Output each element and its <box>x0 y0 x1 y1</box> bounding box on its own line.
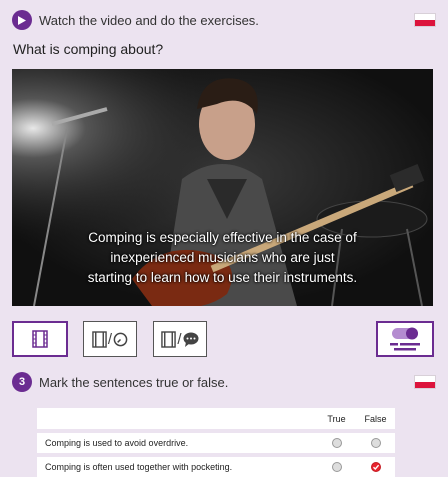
statement-text: Comping is often used together with pock… <box>45 462 233 472</box>
toggle-subtitles-icon <box>390 327 420 351</box>
step-instruction: Watch the video and do the exercises. <box>39 12 259 28</box>
table-row: Comping is often used together with pock… <box>37 457 395 477</box>
checkmark-icon <box>372 464 379 471</box>
film-icon <box>92 330 107 348</box>
video-subtitle: Comping is especially effective in the c… <box>12 228 433 288</box>
separator: / <box>107 330 113 348</box>
film-icon <box>32 330 48 348</box>
polish-flag-icon[interactable] <box>414 13 436 27</box>
subtitle-line: starting to learn how to use their instr… <box>87 270 358 285</box>
step-instruction: Mark the sentences true or false. <box>39 374 229 390</box>
video-only-button[interactable] <box>12 321 68 357</box>
true-false-table: True False Comping is used to avoid over… <box>37 408 395 477</box>
header-true: True <box>327 413 346 424</box>
false-radio-checked[interactable] <box>370 462 381 472</box>
true-radio[interactable] <box>331 438 342 448</box>
table-header: True False <box>37 408 395 429</box>
polish-flag-icon[interactable] <box>414 375 436 389</box>
video-with-timer-button[interactable]: / <box>83 321 137 357</box>
subtitle-line: inexperienced musicians who are just <box>110 250 335 265</box>
true-radio[interactable] <box>331 462 342 472</box>
clock-icon <box>113 332 128 346</box>
video-player[interactable]: Comping is especially effective in the c… <box>12 69 433 306</box>
film-icon <box>161 330 177 348</box>
false-radio[interactable] <box>370 438 381 448</box>
chat-bubble-icon <box>183 332 199 347</box>
header-false: False <box>364 413 387 424</box>
step-header-true-false: 3 Mark the sentences true or false. <box>12 371 436 393</box>
subtitles-toggle-button[interactable] <box>376 321 434 357</box>
subtitle-line: Comping is especially effective in the c… <box>88 230 357 245</box>
statement-text: Comping is used to avoid overdrive. <box>45 438 189 448</box>
video-with-chat-button[interactable]: / <box>153 321 207 357</box>
step-header-watch: Watch the video and do the exercises. <box>12 9 436 31</box>
play-icon[interactable] <box>12 10 32 30</box>
step-number: 3 <box>12 372 32 392</box>
separator: / <box>177 330 182 348</box>
table-row: Comping is used to avoid overdrive. <box>37 433 395 453</box>
question-title: What is comping about? <box>13 41 164 57</box>
